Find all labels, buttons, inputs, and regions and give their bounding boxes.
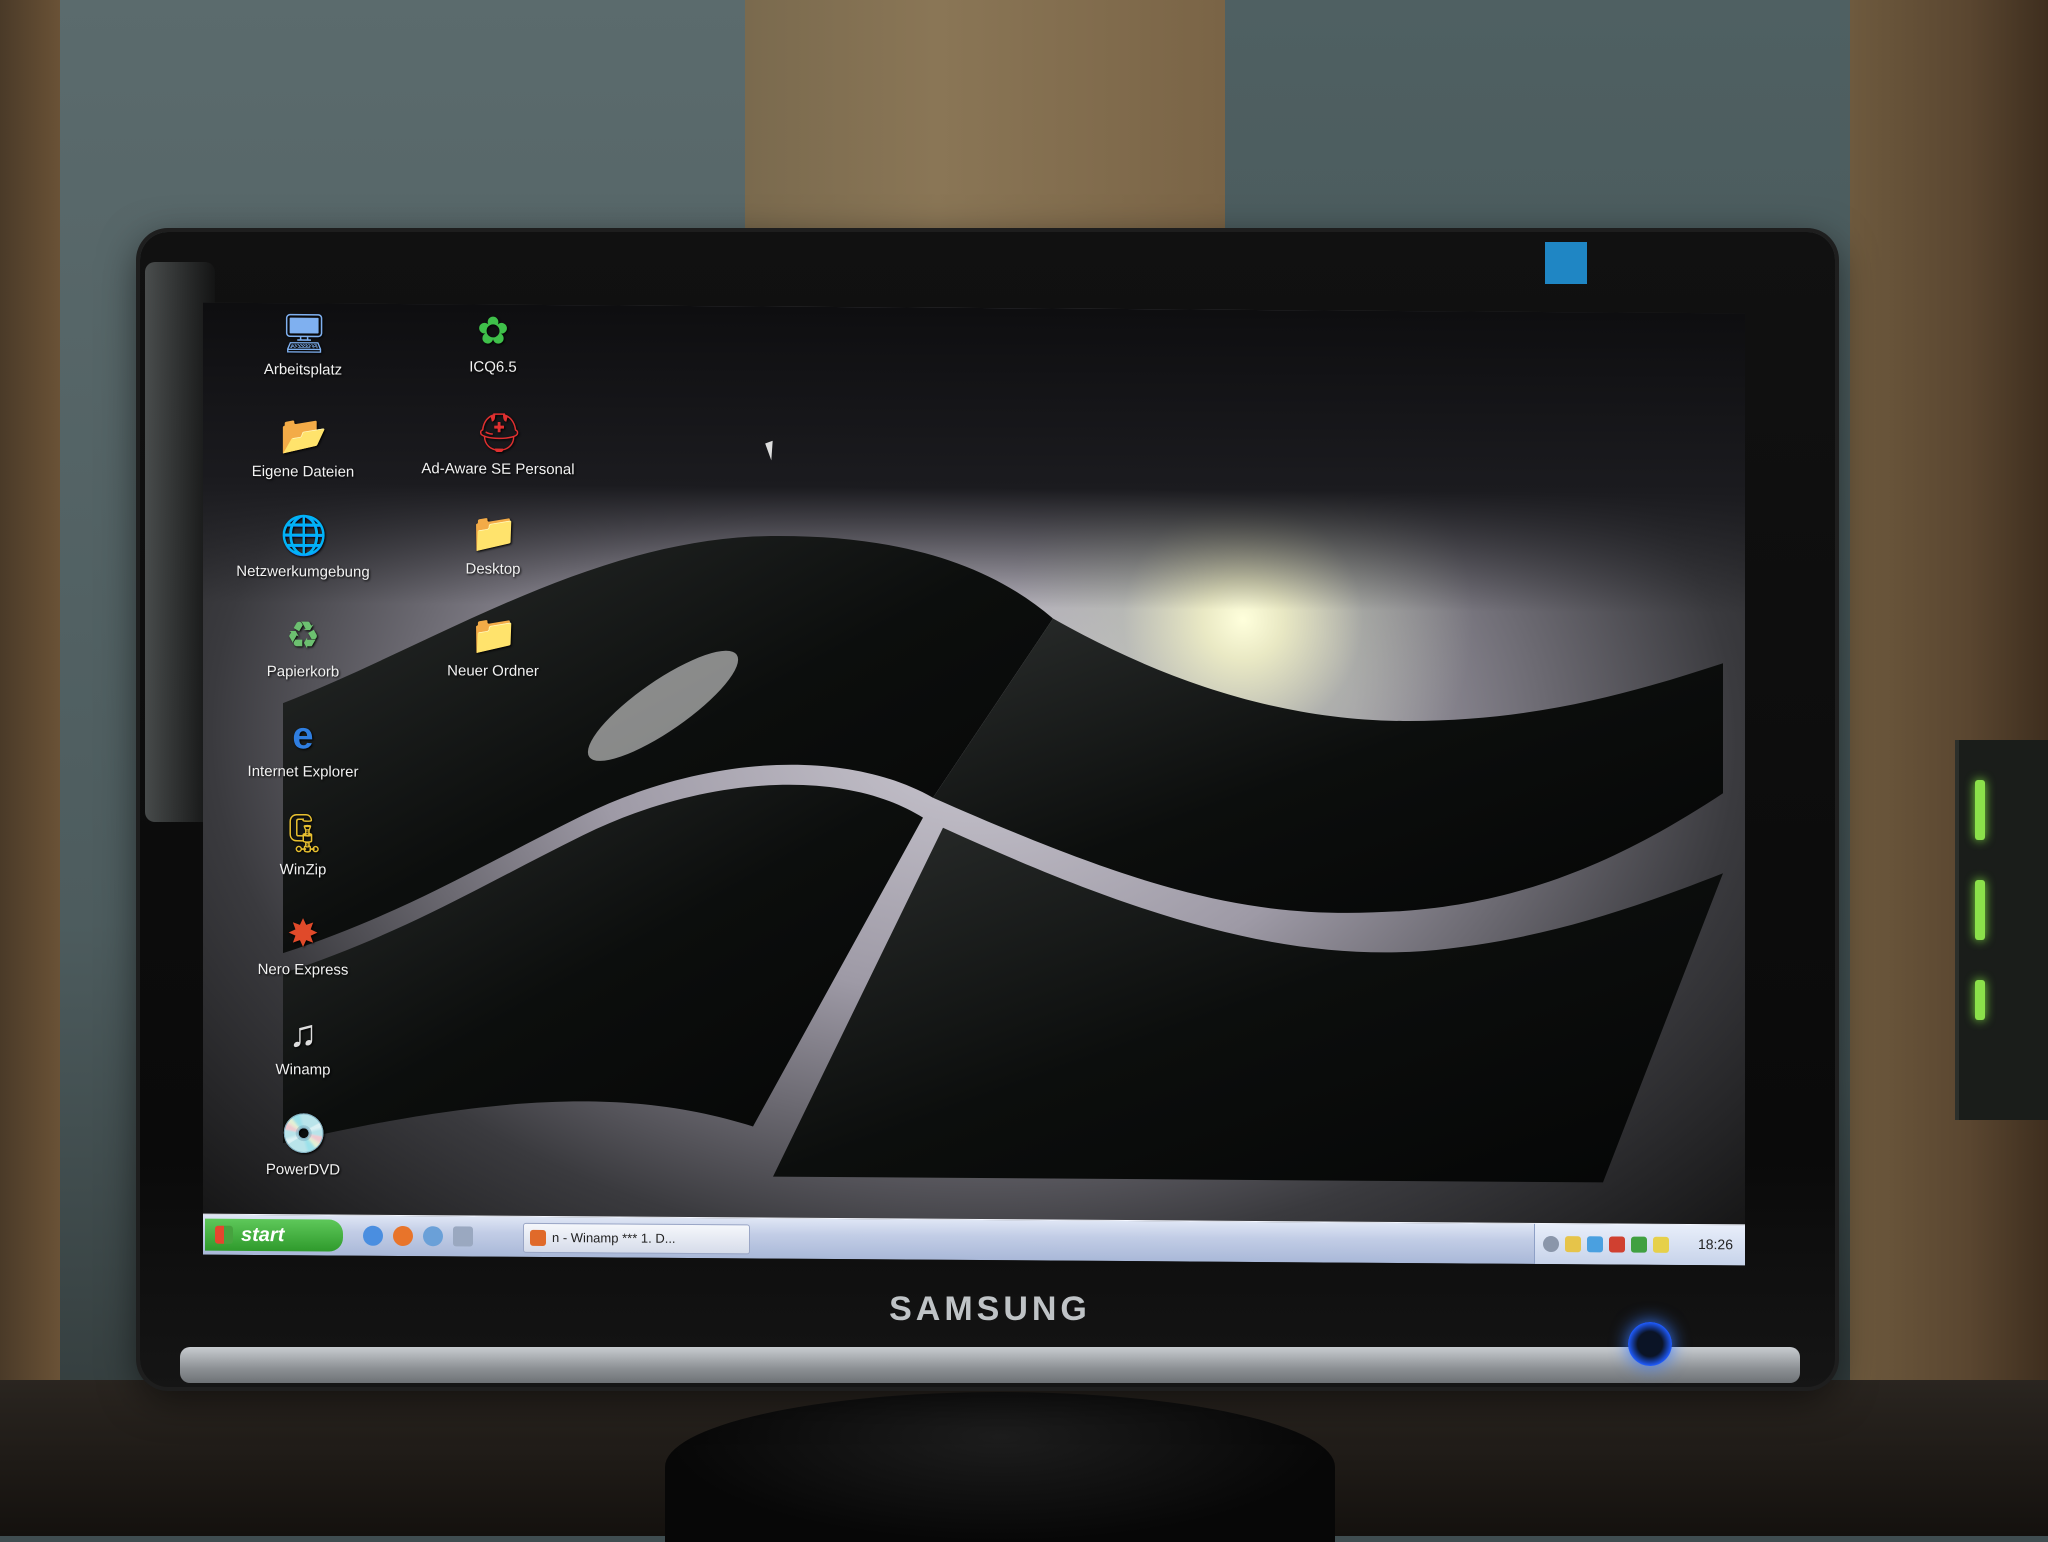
- screen: 🖥 Arbeitsplatz 📂 Eigene Dateien 🌐 Netzwe…: [203, 302, 1745, 1266]
- recycle-bin-icon: ♻: [285, 615, 321, 658]
- quicklaunch-ie-icon[interactable]: [363, 1225, 383, 1246]
- icon-label: Papierkorb: [266, 663, 340, 681]
- powerdvd-icon: 💿: [280, 1113, 328, 1156]
- device-led: [1975, 980, 1985, 1020]
- computer-icon: 🖥: [280, 313, 329, 356]
- start-button-label: start: [241, 1223, 285, 1247]
- monitor-brand-logo: SAMSUNG: [889, 1290, 1091, 1328]
- device-led: [1975, 780, 1985, 840]
- desktop-icon-arbeitsplatz[interactable]: 🖥 Arbeitsplatz: [223, 313, 383, 379]
- monitor-sticker: [1545, 242, 1587, 284]
- winamp-icon: ♫: [288, 1013, 318, 1056]
- tray-app-icon[interactable]: [1631, 1236, 1647, 1253]
- icon-label: PowerDVD: [265, 1161, 341, 1179]
- icon-label: Arbeitsplatz: [263, 361, 343, 379]
- icon-label: Winamp: [275, 1061, 331, 1079]
- desktop-icon-nero-express[interactable]: ✸ Nero Express: [223, 913, 383, 979]
- winamp-icon: [530, 1229, 546, 1247]
- desktop-icon-papierkorb[interactable]: ♻ Papierkorb: [223, 615, 383, 681]
- internet-explorer-icon: e: [292, 715, 314, 758]
- desktop-icon-winzip[interactable]: 🗜 WinZip: [223, 813, 383, 879]
- volume-icon[interactable]: [1543, 1235, 1559, 1253]
- desktop-icon-neuer-ordner[interactable]: 📁 Neuer Ordner: [413, 614, 573, 680]
- taskbar-item-winamp[interactable]: n - Winamp *** 1. D...: [523, 1222, 750, 1255]
- clock: 18:26: [1697, 1236, 1733, 1253]
- antivirus-tray-icon[interactable]: [1609, 1236, 1625, 1253]
- wood-panel-left: [0, 0, 60, 1536]
- winzip-icon: 🗜: [280, 813, 329, 856]
- icon-label: Eigene Dateien: [251, 462, 355, 481]
- icon-label: Internet Explorer: [247, 762, 359, 781]
- power-button[interactable]: [1628, 1322, 1672, 1366]
- desktop-icon-desktop-folder[interactable]: 📁 Desktop: [413, 512, 573, 578]
- icon-label: Nero Express: [257, 960, 349, 979]
- nero-express-icon: ✸: [287, 913, 319, 956]
- tray-app-icon[interactable]: [1653, 1236, 1669, 1253]
- windows-flag-icon: [215, 1225, 233, 1244]
- monitor-stand: [665, 1392, 1335, 1542]
- network-places-icon: 🌐: [280, 515, 328, 558]
- icon-label: Ad-Aware SE Personal: [421, 460, 575, 479]
- icon-label: ICQ6.5: [469, 358, 517, 376]
- folder-icon: 📁: [470, 614, 518, 657]
- desktop-icon-eigene-dateien[interactable]: 📂 Eigene Dateien: [223, 415, 383, 481]
- folder-icon: 📁: [470, 512, 518, 555]
- icon-label: WinZip: [279, 861, 327, 879]
- tray-app-icon[interactable]: [1565, 1236, 1581, 1253]
- quicklaunch-desktop-icon[interactable]: [423, 1226, 443, 1247]
- side-device: [1955, 740, 2048, 1120]
- monitor-silver-strip: [180, 1347, 1800, 1383]
- wood-panel-top: [745, 0, 1225, 260]
- desktop-icon-netzwerkumgebung[interactable]: 🌐 Netzwerkumgebung: [223, 515, 383, 581]
- quicklaunch-firefox-icon[interactable]: [393, 1225, 413, 1247]
- icon-label: Neuer Ordner: [447, 662, 539, 680]
- desktop-icon-icq[interactable]: ✿ ICQ6.5: [413, 310, 573, 376]
- my-documents-icon: 📂: [280, 415, 328, 458]
- quicklaunch-media-icon[interactable]: [453, 1226, 473, 1247]
- icon-label: Desktop: [465, 560, 521, 578]
- ad-aware-icon: ⛑: [475, 412, 524, 455]
- desktop-icon-internet-explorer[interactable]: e Internet Explorer: [223, 715, 383, 781]
- taskbar-item-label: n - Winamp *** 1. D...: [552, 1230, 676, 1246]
- system-tray: 18:26: [1534, 1223, 1745, 1266]
- device-led: [1975, 880, 1985, 940]
- network-tray-icon[interactable]: [1587, 1236, 1603, 1253]
- icq-flower-icon: ✿: [477, 310, 509, 353]
- start-button[interactable]: start: [205, 1218, 343, 1252]
- desktop-icon-ad-aware[interactable]: ⛑ Ad-Aware SE Personal: [403, 412, 593, 479]
- icon-label: Netzwerkumgebung: [236, 562, 370, 581]
- wallpaper-windows-logo: [283, 536, 1723, 1183]
- desktop-icon-winamp[interactable]: ♫ Winamp: [223, 1013, 383, 1079]
- desktop-icon-powerdvd[interactable]: 💿 PowerDVD: [223, 1113, 383, 1179]
